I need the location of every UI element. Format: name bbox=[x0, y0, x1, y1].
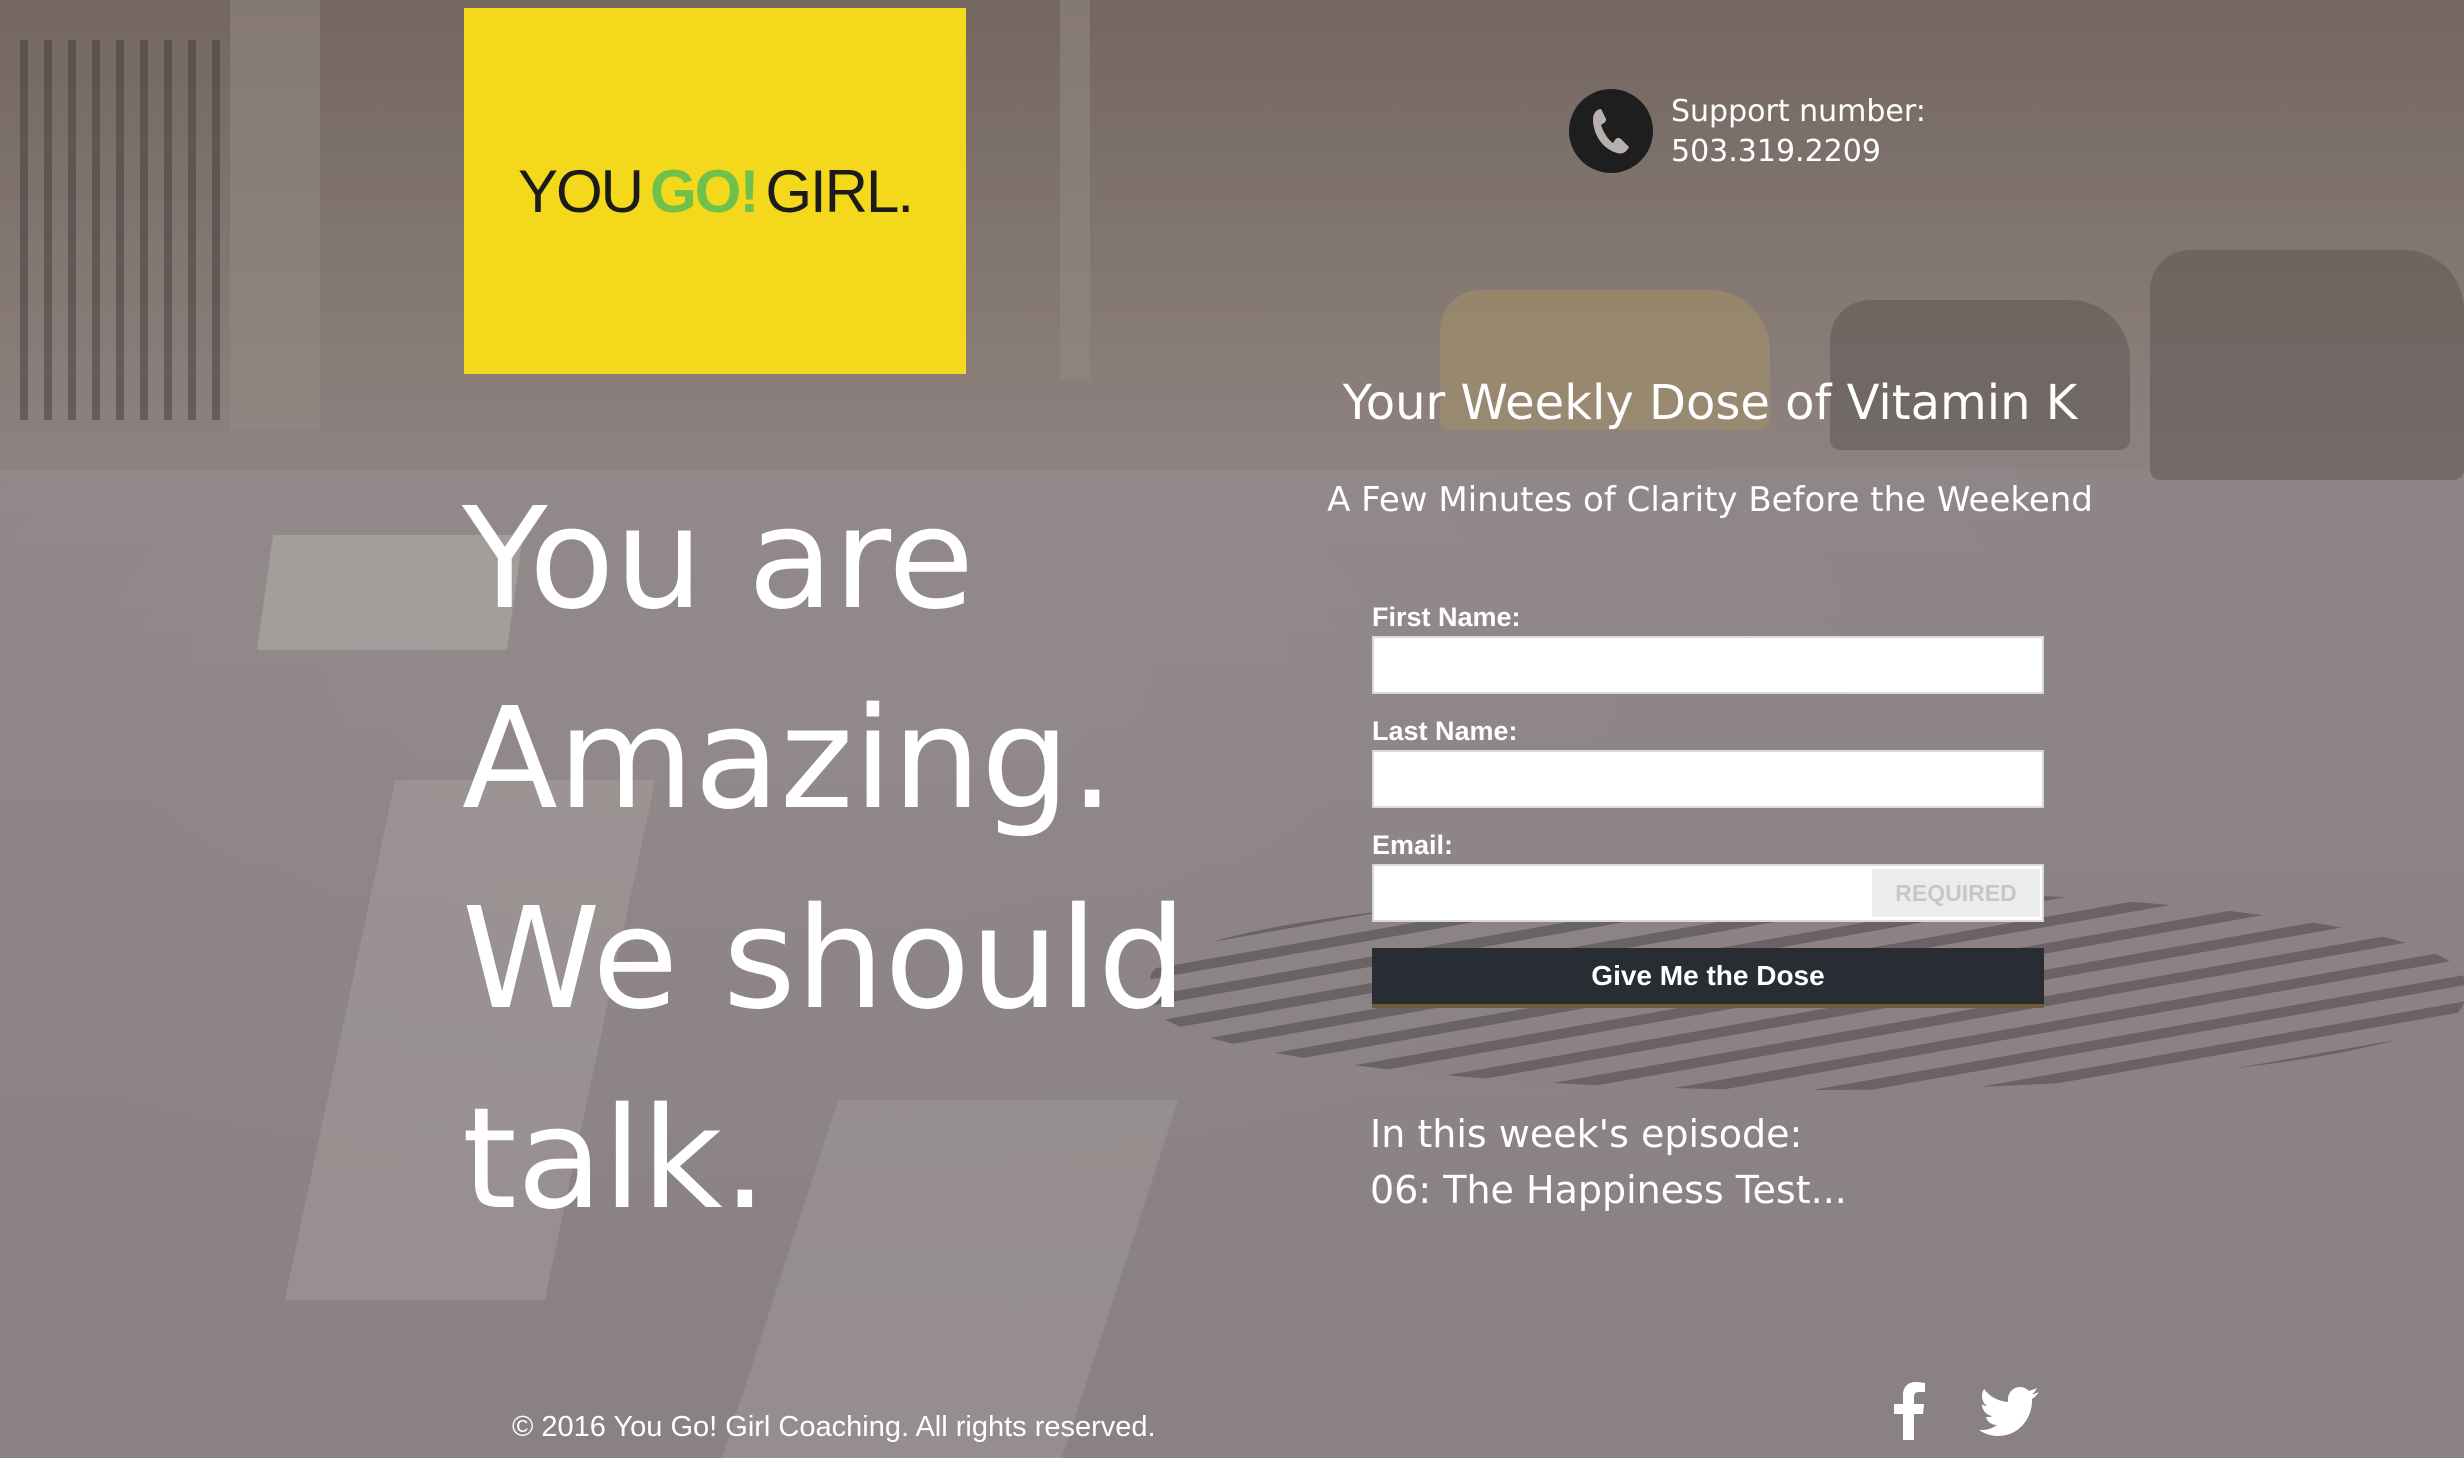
last-name-field[interactable] bbox=[1372, 750, 2044, 808]
twitter-icon[interactable] bbox=[1978, 1385, 2040, 1437]
newsletter-title: Your Weekly Dose of Vitamin K bbox=[1342, 375, 2078, 431]
hero-line: talk. bbox=[462, 1078, 768, 1241]
first-name-label: First Name: bbox=[1372, 602, 1521, 632]
email-field-wrapper: REQUIRED bbox=[1372, 864, 2044, 922]
logo-text-go: GO! bbox=[649, 157, 759, 225]
copyright-text: © 2016 You Go! Girl Coaching. All rights… bbox=[512, 1411, 1156, 1443]
signup-form: First Name: Last Name: Email: REQUIRED G… bbox=[1372, 600, 2044, 1008]
give-me-the-dose-button[interactable]: Give Me the Dose bbox=[1372, 948, 2044, 1008]
last-name-label: Last Name: bbox=[1372, 716, 1518, 746]
logo-text-girl: GIRL. bbox=[765, 157, 914, 225]
hero-line: You are bbox=[462, 478, 975, 641]
logo[interactable]: YOU GO! GIRL. bbox=[464, 8, 966, 374]
hero-line: We should bbox=[462, 878, 1187, 1041]
first-name-field[interactable] bbox=[1372, 636, 2044, 694]
support-number[interactable]: 503.319.2209 bbox=[1671, 132, 1926, 172]
episode-info: In this week's episode: 06: The Happines… bbox=[1370, 1106, 1847, 1218]
hero-statement: You are Amazing. We should talk. bbox=[462, 460, 1282, 1260]
phone-handset-icon bbox=[1593, 109, 1629, 154]
episode-link[interactable]: 06: The Happiness Test... bbox=[1370, 1162, 1847, 1218]
facebook-icon[interactable] bbox=[1884, 1380, 1934, 1442]
phone-icon bbox=[1569, 89, 1653, 173]
support-info: Support number: 503.319.2209 bbox=[1671, 92, 1926, 172]
logo-text-you: YOU bbox=[517, 157, 644, 225]
email-label: Email: bbox=[1372, 830, 1454, 860]
support-label: Support number: bbox=[1671, 94, 1926, 129]
newsletter-subtitle: A Few Minutes of Clarity Before the Week… bbox=[1327, 480, 2093, 520]
required-badge: REQUIRED bbox=[1872, 869, 2040, 917]
episode-intro: In this week's episode: bbox=[1370, 1112, 1803, 1156]
hero-line: Amazing. bbox=[462, 678, 1115, 841]
